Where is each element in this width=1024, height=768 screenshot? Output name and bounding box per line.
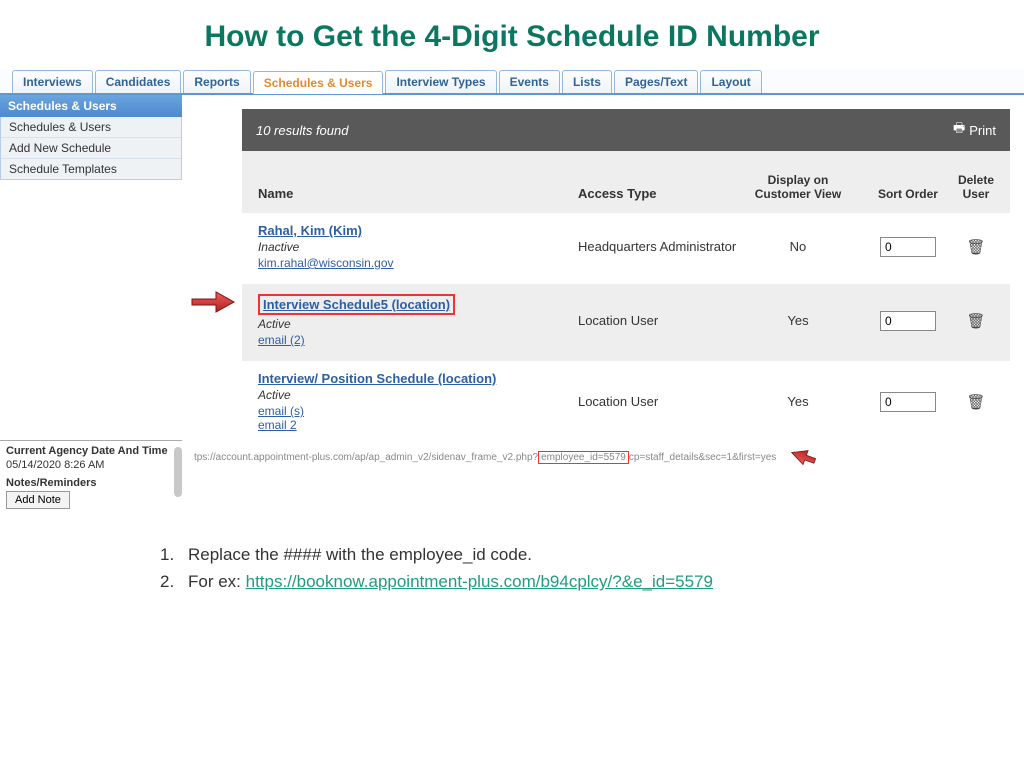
col-display: Display on Customer View bbox=[738, 173, 858, 201]
display-value: Yes bbox=[738, 394, 858, 409]
notes-header: Notes/Reminders bbox=[6, 477, 176, 489]
arrow-right-icon bbox=[190, 290, 236, 317]
email-link[interactable]: email (s) bbox=[258, 404, 578, 418]
name-cell: Interview/ Position Schedule (location) A… bbox=[258, 371, 578, 432]
results-header: 10 results found 🖶 Print bbox=[242, 109, 1010, 151]
print-label: Print bbox=[969, 123, 996, 138]
trash-icon[interactable] bbox=[966, 240, 985, 255]
add-note-button[interactable]: Add Note bbox=[6, 491, 70, 509]
status-text: Active bbox=[258, 317, 578, 331]
col-sort: Sort Order bbox=[858, 187, 958, 201]
url-highlight: employee_id=5579 bbox=[538, 451, 629, 464]
tab-lists[interactable]: Lists bbox=[562, 70, 612, 93]
access-type: Headquarters Administrator bbox=[578, 239, 738, 254]
delete-cell bbox=[958, 312, 994, 330]
user-name-link[interactable]: Interview/ Position Schedule (location) bbox=[258, 371, 496, 386]
col-access: Access Type bbox=[578, 186, 738, 201]
delete-cell bbox=[958, 393, 994, 411]
sort-cell bbox=[858, 237, 958, 257]
sort-cell bbox=[858, 311, 958, 331]
url-pre: tps://account.appointment-plus.com/ap/ap… bbox=[194, 452, 538, 463]
example-link[interactable]: https://booknow.appointment-plus.com/b94… bbox=[246, 572, 713, 591]
instructions: 1.Replace the #### with the employee_id … bbox=[160, 541, 1024, 595]
main-panel: 10 results found 🖶 Print Name Access Typ… bbox=[182, 95, 1024, 513]
agency-time-header: Current Agency Date And Time bbox=[6, 445, 176, 457]
tab-schedules-users[interactable]: Schedules & Users bbox=[253, 71, 384, 94]
tab-pages-text[interactable]: Pages/Text bbox=[614, 70, 698, 93]
display-value: No bbox=[738, 239, 858, 254]
tab-layout[interactable]: Layout bbox=[700, 70, 761, 93]
print-button[interactable]: 🖶 Print bbox=[953, 119, 996, 141]
arrow-up-icon bbox=[787, 448, 821, 469]
tab-reports[interactable]: Reports bbox=[183, 70, 250, 93]
sidebar-item[interactable]: Schedules & Users bbox=[1, 117, 181, 138]
print-icon: 🖶 bbox=[953, 119, 965, 141]
sort-order-input[interactable] bbox=[880, 311, 936, 331]
status-text: Active bbox=[258, 388, 578, 402]
sidebar-item[interactable]: Add New Schedule bbox=[1, 138, 181, 159]
tab-interviews[interactable]: Interviews bbox=[12, 70, 93, 93]
delete-cell bbox=[958, 238, 994, 256]
results-count: 10 results found bbox=[256, 123, 349, 138]
user-name-link[interactable]: Rahal, Kim (Kim) bbox=[258, 223, 362, 238]
sidebar: Schedules & Users Schedules & UsersAdd N… bbox=[0, 95, 182, 513]
tab-interview-types[interactable]: Interview Types bbox=[385, 70, 496, 93]
user-name-link[interactable]: Interview Schedule5 (location) bbox=[263, 297, 450, 312]
sort-cell bbox=[858, 392, 958, 412]
sidebar-header: Schedules & Users bbox=[0, 95, 182, 117]
sort-order-input[interactable] bbox=[880, 237, 936, 257]
table-row: Interview/ Position Schedule (location) A… bbox=[242, 361, 1010, 446]
col-name: Name bbox=[258, 186, 578, 201]
sidebar-item[interactable]: Schedule Templates bbox=[1, 159, 181, 179]
table-row: Rahal, Kim (Kim) Inactive kim.rahal@wiscon… bbox=[242, 213, 1010, 284]
table-header-row: Name Access Type Display on Customer Vie… bbox=[242, 151, 1010, 213]
instruction-2: 2.For ex: https://booknow.appointment-pl… bbox=[160, 568, 1024, 595]
status-url-bar: tps://account.appointment-plus.com/ap/ap… bbox=[194, 446, 1010, 469]
main-layout: Schedules & Users Schedules & UsersAdd N… bbox=[0, 95, 1024, 513]
sort-order-input[interactable] bbox=[880, 392, 936, 412]
scrollbar-thumb[interactable] bbox=[174, 447, 182, 497]
col-delete: Delete User bbox=[958, 173, 994, 201]
email-link[interactable]: email (2) bbox=[258, 333, 578, 347]
tab-events[interactable]: Events bbox=[499, 70, 560, 93]
name-cell: Interview Schedule5 (location) Active emai… bbox=[258, 294, 578, 347]
tab-candidates[interactable]: Candidates bbox=[95, 70, 182, 93]
highlight-box: Interview Schedule5 (location) bbox=[258, 294, 455, 315]
page-title: How to Get the 4-Digit Schedule ID Numbe… bbox=[0, 20, 1024, 54]
email-link[interactable]: email 2 bbox=[258, 418, 578, 432]
status-text: Inactive bbox=[258, 240, 578, 254]
trash-icon[interactable] bbox=[966, 395, 985, 410]
access-type: Location User bbox=[578, 313, 738, 328]
table-row: Interview Schedule5 (location) Active emai… bbox=[242, 284, 1010, 361]
sidebar-meta: Current Agency Date And Time 05/14/2020 … bbox=[0, 440, 182, 513]
tab-bar: InterviewsCandidatesReportsSchedules & U… bbox=[0, 70, 1024, 95]
url-post: cp=staff_details&sec=1&first=yes bbox=[629, 452, 776, 463]
name-cell: Rahal, Kim (Kim) Inactive kim.rahal@wiscon… bbox=[258, 223, 578, 270]
email-link[interactable]: kim.rahal@wisconsin.gov bbox=[258, 256, 578, 270]
instruction-1: 1.Replace the #### with the employee_id … bbox=[160, 541, 1024, 568]
access-type: Location User bbox=[578, 394, 738, 409]
sidebar-list: Schedules & UsersAdd New ScheduleSchedul… bbox=[0, 117, 182, 180]
display-value: Yes bbox=[738, 313, 858, 328]
agency-time-value: 05/14/2020 8:26 AM bbox=[6, 459, 176, 471]
trash-icon[interactable] bbox=[966, 314, 985, 329]
